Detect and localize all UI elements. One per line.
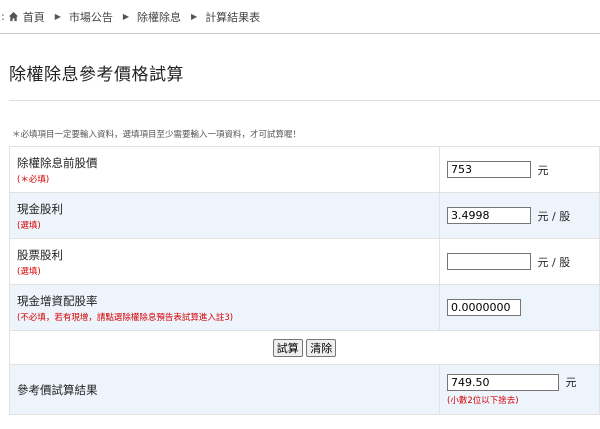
pre-price-input[interactable] (447, 161, 531, 178)
cash-dividend-unit: 元 / 股 (537, 209, 571, 223)
breadcrumb-colon: : (1, 10, 5, 23)
result-unit: 元 (565, 376, 577, 389)
result-label: 參考價試算結果 (17, 382, 98, 397)
result-output[interactable] (447, 373, 559, 391)
breadcrumb-home[interactable]: 首頁 (23, 9, 45, 25)
form-label-cell: 現金股利 (選填) (9, 192, 440, 239)
rights-issue-note: (不必填，若有現增，請點選除權除息預告表試算進入註3) (17, 312, 234, 323)
form-label-cell: 參考價試算結果 (9, 364, 440, 415)
form-row-pre-price: 除權除息前股價 (＊必填) 元 (9, 146, 600, 193)
breadcrumb-ex-dividend[interactable]: 除權除息 (137, 9, 181, 25)
rights-issue-label: 現金增資配股率 (17, 293, 98, 308)
rights-issue-input[interactable] (447, 299, 521, 316)
form-row-stock-dividend: 股票股利 (選填) 元 / 股 (9, 238, 600, 285)
form-label-cell: 現金增資配股率 (不必填，若有現增，請點選除權除息預告表試算進入註3) (9, 284, 440, 331)
result-rounding-note: (小數2位以下捨去) (447, 395, 519, 406)
breadcrumb-calc-table[interactable]: 計算結果表 (205, 9, 260, 25)
button-cell: 試算 清除 (9, 330, 600, 365)
pre-price-label: 除權除息前股價 (17, 155, 98, 170)
stock-dividend-label: 股票股利 (17, 247, 63, 262)
cash-dividend-label: 現金股利 (17, 201, 63, 216)
form-row-result: 參考價試算結果 元 (小數2位以下捨去) (9, 364, 600, 415)
form-input-cell (439, 284, 600, 331)
stock-dividend-input[interactable] (447, 253, 531, 270)
triangle-right-icon: ▶ (54, 12, 61, 21)
home-icon[interactable] (8, 11, 19, 22)
cash-dividend-input[interactable] (447, 207, 531, 224)
form-row-buttons: 試算 清除 (9, 330, 600, 365)
title-divider (9, 100, 600, 101)
instruction-note: ＊必填項目一定要輸入資料，選填項目至少需要輸入一項資料，才可試算喔！ (12, 130, 302, 140)
form-input-cell: 元 / 股 (439, 238, 600, 285)
form-input-cell: 元 (小數2位以下捨去) (439, 364, 600, 415)
form-label-cell: 除權除息前股價 (＊必填) (9, 146, 440, 193)
form-row-rights-issue: 現金增資配股率 (不必填，若有現增，請點選除權除息預告表試算進入註3) (9, 284, 600, 331)
form-input-cell: 元 (439, 146, 600, 193)
calculator-form: 除權除息前股價 (＊必填) 元 現金股利 (選填) 元 / 股 股票股利 (選填… (9, 146, 600, 415)
cash-dividend-optional-note: (選填) (17, 220, 41, 231)
form-row-cash-dividend: 現金股利 (選填) 元 / 股 (9, 192, 600, 239)
stock-dividend-unit: 元 / 股 (537, 255, 571, 269)
page-title: 除權除息參考價格試算 (9, 65, 184, 85)
triangle-right-icon: ▶ (122, 12, 130, 21)
form-input-cell: 元 / 股 (439, 192, 600, 239)
breadcrumb-market-notice[interactable]: 市場公告 (69, 9, 113, 25)
breadcrumb: : 首頁 ▶ 市場公告 ▶ 除權除息 ▶ 計算結果表 (0, 0, 600, 34)
calculate-button[interactable]: 試算 (272, 338, 303, 357)
form-label-cell: 股票股利 (選填) (9, 238, 440, 285)
clear-button[interactable]: 清除 (306, 338, 337, 357)
pre-price-required-note: (＊必填) (17, 174, 50, 185)
stock-dividend-optional-note: (選填) (17, 266, 41, 277)
pre-price-unit: 元 (537, 163, 549, 177)
triangle-right-icon: ▶ (191, 12, 198, 21)
